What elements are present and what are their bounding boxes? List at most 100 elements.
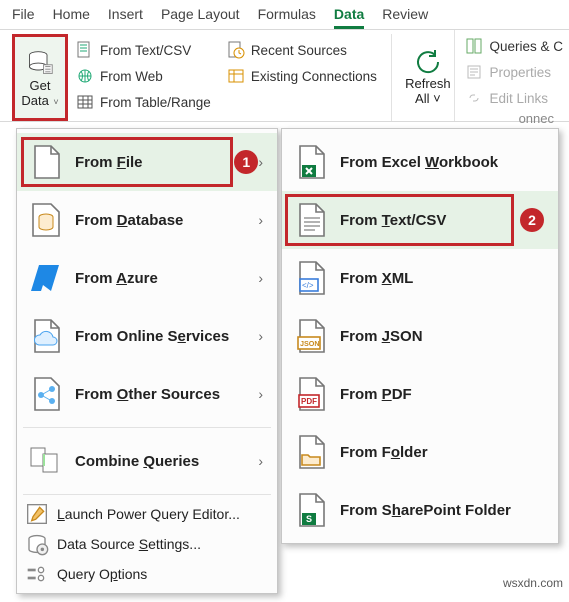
menu-combine-label: Combine Queries — [75, 453, 258, 470]
menu-xml-label: From XML — [340, 270, 544, 287]
options-icon — [25, 562, 49, 586]
menu-ds-settings-label: Data Source Settings... — [57, 536, 263, 552]
tab-insert[interactable]: Insert — [108, 6, 143, 29]
menu-from-online-label: From Online Services — [75, 328, 258, 345]
menu-q-options-label: Query Options — [57, 566, 263, 582]
menu-text-csv-label: From Text/CSV — [340, 212, 514, 229]
menu-from-xml[interactable]: </> From XML — [282, 249, 558, 307]
chevron-down-icon: ˅ — [430, 91, 441, 106]
group-queries: Refresh All ˅ — [392, 34, 464, 121]
menu-sharepoint-label: From SharePoint Folder — [340, 502, 544, 519]
menu-from-folder[interactable]: From Folder — [282, 423, 558, 481]
menu-from-azure[interactable]: From Azure › — [17, 249, 277, 307]
globe-icon — [76, 67, 94, 85]
menu-excel-wb-label: From Excel Workbook — [340, 154, 544, 171]
from-table-range-button[interactable]: From Table/Range — [72, 90, 215, 114]
group-get-transform: Get Data ˅ From Text/CSV From Web From T… — [6, 34, 392, 121]
database-icon — [26, 49, 54, 77]
svg-text:</>: </> — [302, 281, 314, 290]
tab-data[interactable]: Data — [334, 6, 364, 29]
svg-text:JSON: JSON — [300, 339, 320, 348]
queries-icon — [465, 37, 483, 55]
menu-from-json[interactable]: JSON From JSON — [282, 307, 558, 365]
menu-query-options[interactable]: Query Options — [17, 559, 277, 589]
json-file-icon: JSON — [290, 315, 332, 357]
recent-icon — [227, 41, 245, 59]
svg-text:S: S — [306, 514, 312, 524]
chevron-right-icon: › — [258, 154, 263, 170]
menu-from-sharepoint-folder[interactable]: S From SharePoint Folder — [282, 481, 558, 539]
callout-2: 2 — [520, 208, 544, 232]
chevron-down-icon: ˅ — [51, 97, 59, 107]
pdf-file-icon: PDF — [290, 373, 332, 415]
get-data-source-stack: From Text/CSV From Web From Table/Range — [68, 34, 219, 121]
tab-review[interactable]: Review — [382, 6, 428, 29]
ribbon-tabs: File Home Insert Page Layout Formulas Da… — [0, 0, 569, 30]
refresh-all-label: Refresh All ˅ — [405, 77, 451, 106]
refresh-icon — [415, 49, 441, 75]
tab-file[interactable]: File — [12, 6, 35, 29]
get-data-menu: From File 1 › From Database › From Azure… — [16, 128, 278, 594]
menu-combine-queries[interactable]: Combine Queries › — [17, 432, 277, 490]
existing-connections-button[interactable]: Existing Connections — [223, 64, 381, 88]
recent-sources-button[interactable]: Recent Sources — [223, 38, 381, 62]
azure-icon — [25, 257, 67, 299]
menu-folder-label: From Folder — [340, 444, 544, 461]
menu-from-database[interactable]: From Database › — [17, 191, 277, 249]
menu-pdf-label: From PDF — [340, 386, 544, 403]
menu-separator — [23, 494, 271, 495]
sharepoint-icon: S — [290, 489, 332, 531]
menu-from-file-label: From File — [75, 154, 228, 171]
folder-file-icon — [290, 431, 332, 473]
svg-text:PDF: PDF — [301, 397, 317, 406]
connections-icon — [227, 67, 245, 85]
menu-from-other-sources[interactable]: From Other Sources › — [17, 365, 277, 423]
menu-from-online-services[interactable]: From Online Services › — [17, 307, 277, 365]
menu-json-label: From JSON — [340, 328, 544, 345]
tab-page-layout[interactable]: Page Layout — [161, 6, 240, 29]
connections-stack: Recent Sources Existing Connections — [219, 34, 385, 121]
table-icon — [76, 93, 94, 111]
refresh-all-button[interactable]: Refresh All ˅ — [398, 34, 458, 121]
chevron-right-icon: › — [258, 270, 263, 286]
tab-formulas[interactable]: Formulas — [258, 6, 316, 29]
excel-file-icon — [290, 141, 332, 183]
menu-launch-pq-label: Launch Power Query Editor... — [57, 506, 263, 522]
chevron-right-icon: › — [258, 212, 263, 228]
text-file-icon — [290, 199, 332, 241]
ribbon: Get Data ˅ From Text/CSV From Web From T… — [0, 30, 569, 122]
get-data-button[interactable]: Get Data ˅ — [12, 34, 68, 121]
tab-home[interactable]: Home — [53, 6, 90, 29]
from-web-button[interactable]: From Web — [72, 64, 215, 88]
queries-connections-button[interactable]: Queries & C — [461, 34, 567, 58]
menu-from-pdf[interactable]: PDF From PDF — [282, 365, 558, 423]
properties-button[interactable]: Properties — [461, 60, 567, 84]
truncated-text: onnec — [519, 111, 554, 126]
menu-from-text-csv[interactable]: From Text/CSV 2 — [282, 191, 558, 249]
get-data-label: Get Data ˅ — [21, 79, 58, 108]
menu-from-database-label: From Database — [75, 212, 258, 229]
menu-data-source-settings[interactable]: Data Source Settings... — [17, 529, 277, 559]
edit-links-icon — [465, 89, 483, 107]
edit-links-button[interactable]: Edit Links — [461, 86, 567, 110]
xml-file-icon: </> — [290, 257, 332, 299]
menu-from-file[interactable]: From File 1 › — [17, 133, 277, 191]
chevron-right-icon: › — [258, 453, 263, 469]
menu-from-excel-workbook[interactable]: From Excel Workbook — [282, 133, 558, 191]
combine-icon — [25, 440, 67, 482]
from-text-csv-button[interactable]: From Text/CSV — [72, 38, 215, 62]
callout-1: 1 — [234, 150, 258, 174]
text-csv-icon — [76, 41, 94, 59]
properties-icon — [465, 63, 483, 81]
chevron-right-icon: › — [258, 328, 263, 344]
menu-from-other-label: From Other Sources — [75, 386, 258, 403]
chevron-right-icon: › — [258, 386, 263, 402]
menu-launch-pq-editor[interactable]: Launch Power Query Editor... — [17, 499, 277, 529]
file-icon — [25, 141, 67, 183]
other-sources-icon — [25, 373, 67, 415]
settings-db-icon — [25, 532, 49, 556]
from-file-submenu: onnec From Excel Workbook From Text/CSV … — [281, 128, 559, 544]
cloud-file-icon — [25, 315, 67, 357]
database-icon — [25, 199, 67, 241]
queries-group-partial: Queries & C Properties Edit Links — [454, 30, 569, 121]
